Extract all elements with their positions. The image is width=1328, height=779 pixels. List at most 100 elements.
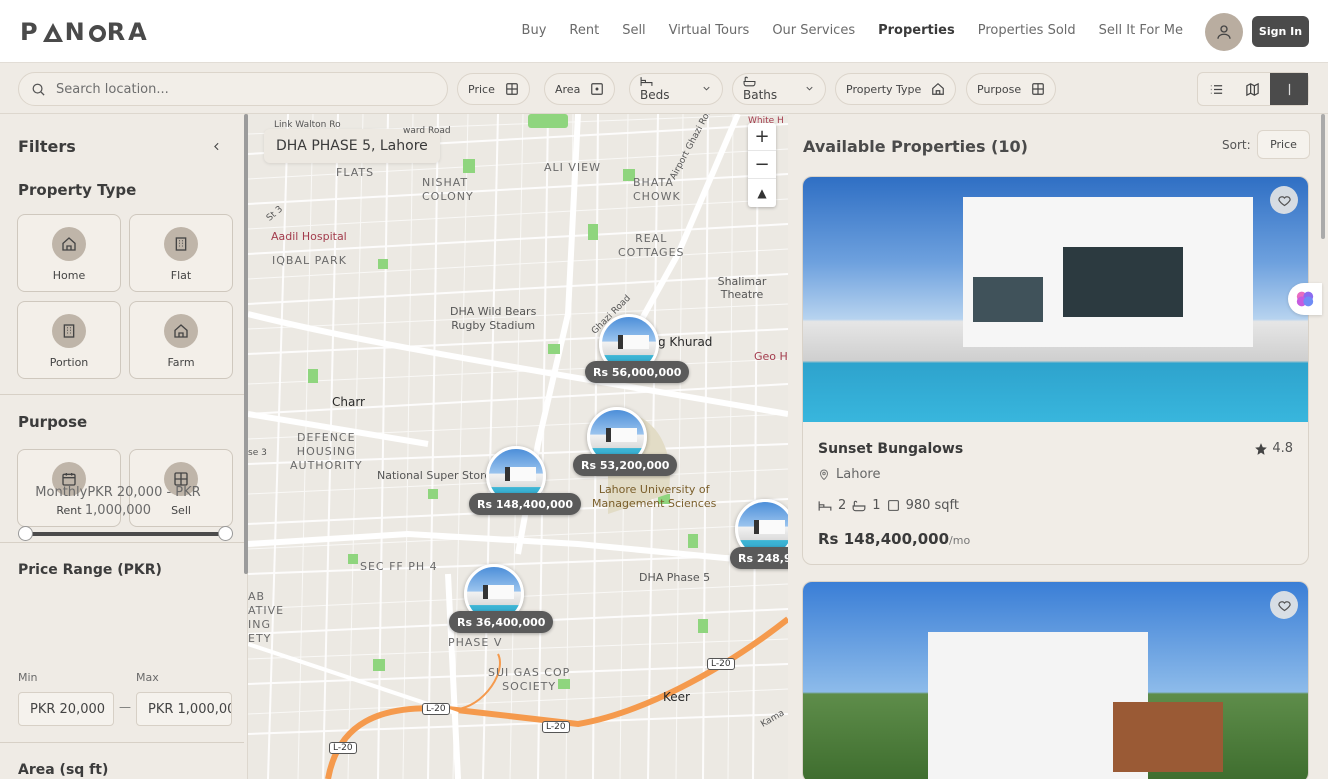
property-image [803, 582, 1308, 779]
location-text: Lahore [836, 467, 881, 482]
bed-icon [818, 500, 832, 511]
marker-price-pill[interactable]: Rs 56,000,000 [585, 361, 690, 383]
property-type-farm[interactable]: Farm [129, 301, 233, 379]
map-road-label: White H [748, 116, 784, 126]
area-filter-button[interactable]: Area [544, 73, 616, 105]
marker-price-pill[interactable]: Rs 248,9 [730, 547, 788, 569]
property-type-filter-button[interactable]: Property Type [835, 73, 957, 105]
map-place-label: IQBAL PARK [272, 254, 347, 267]
beds-count: 2 [838, 498, 847, 513]
collapse-sidebar-button[interactable] [210, 138, 223, 157]
list-view-button[interactable] [1198, 73, 1234, 105]
map-poi-label: DHA Wild Bears Rugby Stadium [450, 305, 537, 332]
card-body: Sunset Bungalows 4.8 Lahore 2 1 980 sqft… [803, 422, 1308, 564]
price-filter-label: Price [468, 82, 495, 96]
min-price-input[interactable] [18, 692, 114, 726]
nav-sell[interactable]: Sell [622, 23, 645, 38]
map-poi-label: Aadil Hospital [271, 230, 347, 243]
property-image-house [928, 632, 1223, 779]
map-poi-label: Geo H [754, 350, 788, 363]
zoom-in-button[interactable]: + [748, 123, 776, 151]
area-value: 980 sqft [905, 498, 959, 513]
map-place-label: NISHAT COLONY [422, 176, 474, 203]
property-type-portion[interactable]: Portion [17, 301, 121, 379]
grid-icon [1032, 83, 1044, 95]
property-type-label: Portion [49, 356, 89, 369]
logo-rest: N RA [64, 18, 150, 46]
nav-our-services[interactable]: Our Services [772, 23, 855, 38]
property-image-house [963, 197, 1253, 347]
highway-shield: L-20 [707, 658, 735, 670]
available-properties-title: Available Properties (10) [803, 137, 1028, 156]
map-view-button[interactable] [1234, 73, 1270, 105]
user-avatar[interactable] [1205, 13, 1243, 51]
split-view-button[interactable] [1270, 73, 1308, 105]
map-place-label: AB ATIVE ING ETY [248, 590, 285, 645]
ai-assistant-button[interactable] [1288, 283, 1322, 315]
highway-shield: L-20 [542, 721, 570, 733]
sign-in-button[interactable]: Sign In [1252, 16, 1309, 47]
bath-icon [852, 500, 866, 511]
nav-virtual-tours[interactable]: Virtual Tours [669, 23, 750, 38]
sort-select[interactable]: Price [1257, 130, 1310, 159]
property-name: Sunset Bungalows [818, 441, 964, 457]
property-type-label: Home [52, 269, 86, 282]
chevron-down-icon [701, 83, 712, 97]
property-price: Rs 148,400,000/mo [818, 530, 970, 548]
marker-price-pill[interactable]: Rs 148,400,000 [469, 493, 582, 515]
range-separator: — [119, 700, 131, 714]
sort-label: Sort: [1222, 138, 1251, 152]
purpose-title: Purpose [18, 413, 88, 431]
nav-buy[interactable]: Buy [522, 23, 547, 38]
beds-filter-dropdown[interactable]: Beds [629, 73, 723, 105]
baths-filter-label: Baths [743, 88, 778, 102]
property-card[interactable] [802, 581, 1309, 779]
property-type-home[interactable]: Home [17, 214, 121, 292]
filters-title: Filters [18, 137, 76, 156]
property-card[interactable]: Sunset Bungalows 4.8 Lahore 2 1 980 sqft… [802, 176, 1309, 565]
star-icon [1255, 442, 1268, 455]
price-filter-button[interactable]: Price [457, 73, 530, 105]
marker-price-pill[interactable]: Rs 36,400,000 [449, 611, 554, 633]
map-poi-label: National Super Store [377, 469, 492, 482]
search-input[interactable] [56, 81, 426, 97]
zoom-out-button[interactable]: − [748, 151, 776, 179]
price-min-handle[interactable] [18, 526, 33, 541]
building-icon [164, 227, 198, 261]
price-range-track[interactable] [25, 532, 225, 536]
panora-logo[interactable]: P N RA [20, 18, 150, 46]
chevron-left-icon [214, 142, 219, 151]
min-label: Min [18, 671, 38, 684]
home-icon [164, 314, 198, 348]
main-nav: Buy Rent Sell Virtual Tours Our Services… [522, 23, 1183, 38]
purpose-filter-button[interactable]: Purpose [966, 73, 1057, 105]
price-range-title: Price Range (PKR) [18, 562, 162, 578]
nav-sell-it-for-me[interactable]: Sell It For Me [1099, 23, 1183, 38]
map-place-label: DEFENCE HOUSING AUTHORITY [290, 431, 363, 472]
property-type-flat[interactable]: Flat [129, 214, 233, 292]
baths-filter-dropdown[interactable]: Baths [732, 73, 826, 105]
favorite-button[interactable] [1270, 591, 1298, 619]
nav-rent[interactable]: Rent [569, 23, 599, 38]
search-box[interactable] [18, 72, 448, 106]
top-header: P N RA Buy Rent Sell Virtual Tours Our Ser… [0, 0, 1328, 63]
chevron-down-icon [804, 83, 815, 97]
property-type-title: Property Type [18, 181, 137, 199]
favorite-button[interactable] [1270, 186, 1298, 214]
map-view[interactable]: DHA PHASE 5, Lahore + − ▲ Link Walton Ro… [248, 114, 788, 779]
map-place-label: FLATS [336, 166, 375, 179]
divider [0, 542, 244, 543]
nav-properties[interactable]: Properties [878, 23, 955, 38]
reset-north-button[interactable]: ▲ [748, 179, 776, 207]
max-price-input[interactable] [136, 692, 232, 726]
logo-a-triangle [42, 22, 63, 42]
list-icon [1210, 84, 1222, 94]
marker-price-pill[interactable]: Rs 53,200,000 [573, 454, 678, 476]
heart-icon [1277, 195, 1291, 206]
map-icon [1245, 82, 1259, 96]
nav-properties-sold[interactable]: Properties Sold [978, 23, 1076, 38]
location-pin-icon [819, 469, 829, 481]
split-icon [1288, 83, 1290, 95]
panel-scrollbar[interactable] [1321, 114, 1325, 239]
price-max-handle[interactable] [218, 526, 233, 541]
